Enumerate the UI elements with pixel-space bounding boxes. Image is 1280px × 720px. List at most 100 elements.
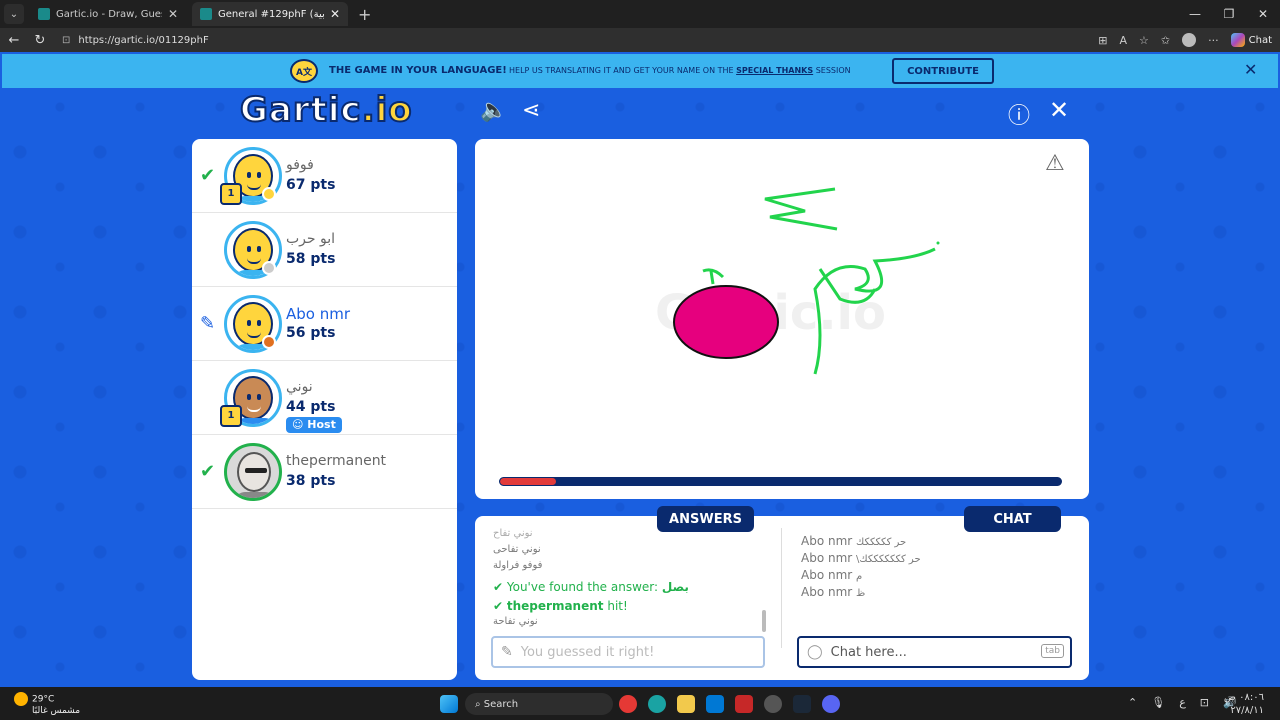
chat-line: Abo nmr \حر كككككككك — [801, 551, 921, 565]
app-icon[interactable] — [735, 695, 753, 713]
chat-line: Abo nmr حر كككككك — [801, 534, 907, 548]
player-row[interactable]: ابو حرب 58 pts — [192, 213, 457, 287]
green-stroke-top — [764, 187, 838, 231]
special-thanks-link[interactable]: SPECIAL THANKS — [736, 66, 813, 75]
sound-icon[interactable]: 🔈 — [480, 98, 507, 123]
drawing-pencil-icon: ✎ — [200, 313, 216, 334]
answer-placeholder: You guessed it right! — [520, 644, 655, 660]
hit-line: ✔ thepermanent hit! — [493, 599, 628, 613]
url-text: https://gartic.io/01129phF — [78, 34, 209, 46]
answers-scrollbar[interactable] — [762, 610, 766, 632]
windows-taskbar: 29°C مشمس غالبًا ⌕ Search ⌃ 🎙 ع ⊡ 🔊 ٠٨:٠… — [0, 687, 1280, 720]
drawing-svg: Gartic.io — [655, 187, 940, 375]
tab-list-button[interactable]: ⌄ — [4, 4, 24, 24]
player-row[interactable]: 1 نوني 44 pts ☺ Host — [192, 361, 457, 435]
status-dot — [262, 335, 276, 349]
tab-title: General #129phF (العربية) - Gartic.io — [218, 8, 324, 20]
favorites-icon[interactable]: ✩ — [1161, 34, 1170, 47]
site-info-icon[interactable]: ⊡ — [62, 35, 70, 46]
temperature: 29°C — [32, 694, 55, 705]
microphone-icon[interactable]: 🎙 — [1151, 696, 1165, 709]
share-icon[interactable]: ⋖ — [522, 98, 540, 123]
guessed-check-icon: ✔ — [200, 165, 216, 186]
profile-avatar[interactable] — [1182, 33, 1197, 47]
window-controls: — ❐ ✕ — [1178, 0, 1280, 28]
refresh-icon[interactable]: ↻ — [28, 33, 52, 48]
player-row[interactable]: ✔ 1 فوفو 67 pts — [192, 139, 457, 213]
close-tab-icon[interactable]: ✕ — [168, 7, 178, 21]
found-answer-line: ✔ You've found the answer: بصل — [493, 580, 689, 594]
banner-headline: THE GAME IN YOUR LANGUAGE! — [329, 65, 507, 76]
system-tray: ⌃ 🎙 ع ⊡ 🔊 — [1128, 696, 1237, 709]
address-bar-row: ← ↻ ⊡ https://gartic.io/01129phF ⊞ A ☆ ✩… — [0, 28, 1280, 52]
answer-line: نوني تفاحة — [493, 616, 538, 627]
players-list: ✔ 1 فوفو 67 pts ابو حرب 58 pts ✎ Abo nmr… — [192, 139, 457, 680]
minimize-icon[interactable]: — — [1178, 0, 1212, 28]
player-row[interactable]: ✎ Abo nmr 56 pts — [192, 287, 457, 361]
copilot-chat-button[interactable]: Chat — [1230, 33, 1272, 47]
discord-icon[interactable] — [822, 695, 840, 713]
start-icon[interactable] — [440, 695, 458, 713]
chat-input[interactable]: ◯ Chat here... tab — [797, 636, 1072, 668]
browser-toolbar: ⊞ A ☆ ✩ ··· Chat — [1098, 28, 1272, 52]
gartic-favicon — [38, 8, 50, 20]
browser-tab-1[interactable]: Gartic.io - Draw, Guess, WIN ✕ — [30, 2, 186, 26]
player-row[interactable]: ✔ thepermanent 38 pts — [192, 435, 457, 509]
date: ٢٧/٨/١١ — [1230, 705, 1264, 716]
weather-widget[interactable]: 29°C مشمس غالبًا — [14, 692, 80, 716]
maximize-icon[interactable]: ❐ — [1212, 0, 1246, 28]
back-icon[interactable]: ← — [2, 33, 26, 48]
more-menu-icon[interactable]: ··· — [1208, 34, 1219, 47]
exit-icon[interactable]: ✕ — [1049, 96, 1069, 124]
drawing-canvas[interactable]: ⚠ Gartic.io — [475, 139, 1089, 499]
input-language[interactable]: ع — [1179, 696, 1186, 709]
store-icon[interactable] — [706, 695, 724, 713]
browser-tabbar: ⌄ Gartic.io - Draw, Guess, WIN ✕ General… — [0, 0, 1280, 28]
translate-icon: A文 — [290, 59, 318, 83]
answers-tab[interactable]: ANSWERS — [657, 506, 754, 532]
info-icon[interactable]: ⓘ — [1008, 98, 1030, 130]
fruit-stem — [702, 268, 725, 285]
close-banner-icon[interactable]: ✕ — [1244, 60, 1257, 79]
player-name: ابو حرب — [286, 231, 336, 247]
browser-tab-2[interactable]: General #129phF (العربية) - Gartic.io ✕ — [192, 2, 348, 26]
copilot-icon — [1230, 33, 1245, 47]
contribute-button[interactable]: CONTRIBUTE — [892, 58, 994, 84]
player-avatar — [224, 443, 282, 501]
steam-icon[interactable] — [793, 695, 811, 713]
player-points: 58 pts — [286, 251, 336, 267]
read-aloud-icon[interactable]: A — [1120, 34, 1128, 47]
trophy-icon: 1 — [220, 405, 242, 427]
chrome-icon[interactable] — [619, 695, 637, 713]
pencil-icon: ✎ — [501, 644, 513, 660]
chat-line: Abo nmr ظ — [801, 585, 866, 599]
app-icon[interactable] — [764, 695, 782, 713]
network-icon[interactable]: ⊡ — [1200, 696, 1209, 709]
taskbar-search[interactable]: ⌕ Search — [465, 693, 613, 715]
trophy-icon: 1 — [220, 183, 242, 205]
time: ٠٨:٠٦ ص — [1223, 692, 1264, 703]
tab-key-hint: tab — [1041, 644, 1064, 658]
sun-icon — [14, 692, 28, 706]
chat-placeholder: Chat here... — [830, 644, 907, 660]
edge-icon[interactable] — [648, 695, 666, 713]
favorite-star-icon[interactable]: ☆ — [1139, 34, 1149, 47]
chevron-up-icon[interactable]: ⌃ — [1128, 696, 1137, 709]
file-explorer-icon[interactable] — [677, 695, 695, 713]
banner-text: HELP US TRANSLATING IT AND GET YOUR NAME… — [509, 66, 851, 75]
clock[interactable]: ٠٨:٠٦ ص ٢٧/٨/١١ — [1224, 691, 1264, 717]
app-available-icon[interactable]: ⊞ — [1098, 34, 1107, 47]
answer-line: نوني تفاحى — [493, 544, 541, 555]
gartic-favicon — [200, 8, 212, 20]
gartic-logo: Gartic.io — [239, 89, 413, 131]
address-bar[interactable]: ⊡ https://gartic.io/01129phF — [62, 30, 1102, 50]
translation-banner: A文 THE GAME IN YOUR LANGUAGE! HELP US TR… — [2, 54, 1278, 88]
answer-line: نوني تفاح — [493, 528, 533, 539]
chat-label: Chat — [1248, 34, 1272, 46]
new-tab-button[interactable]: + — [358, 5, 371, 24]
answer-line: فوفو فراولة — [493, 560, 543, 571]
answer-input[interactable]: ✎ You guessed it right! — [491, 636, 765, 668]
chat-tab[interactable]: CHAT — [964, 506, 1061, 532]
close-window-icon[interactable]: ✕ — [1246, 0, 1280, 28]
close-tab-icon[interactable]: ✕ — [330, 7, 340, 21]
